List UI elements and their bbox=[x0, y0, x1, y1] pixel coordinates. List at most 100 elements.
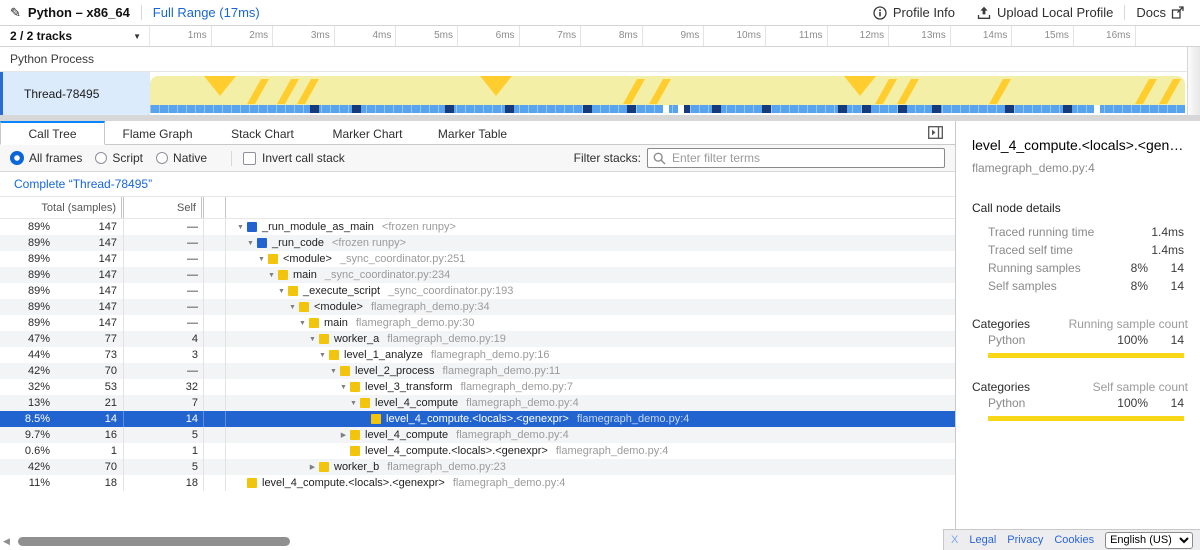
category-color-square bbox=[268, 254, 278, 264]
expand-arrow-right-icon[interactable]: ▶ bbox=[337, 431, 350, 439]
tree-row[interactable]: 9.7%165▶level_4_computeflamegraph_demo.p… bbox=[0, 427, 955, 443]
function-location: flamegraph_demo.py:4 bbox=[556, 445, 669, 457]
tree-row[interactable]: 89%147—▼<module>_sync_coordinator.py:251 bbox=[0, 251, 955, 267]
tree-row[interactable]: 32%5332▼level_3_transformflamegraph_demo… bbox=[0, 379, 955, 395]
total-samples: 16 bbox=[50, 429, 123, 441]
upload-profile-button[interactable]: Upload Local Profile bbox=[977, 5, 1113, 20]
radio-native[interactable]: Native bbox=[156, 151, 207, 165]
frame-cell: ▼level_3_transformflamegraph_demo.py:7 bbox=[226, 379, 955, 395]
expand-arrow-down-icon[interactable]: ▼ bbox=[265, 272, 278, 279]
ruler-ticks[interactable]: 1ms2ms3ms4ms5ms6ms7ms8ms9ms10ms11ms12ms1… bbox=[150, 26, 1200, 46]
tree-row[interactable]: 13%217▼level_4_computeflamegraph_demo.py… bbox=[0, 395, 955, 411]
total-percent: 8.5% bbox=[0, 413, 50, 425]
profile-info-button[interactable]: Profile Info bbox=[873, 5, 955, 20]
edit-pencil-icon[interactable]: ✎ bbox=[10, 5, 21, 21]
tree-row[interactable]: 44%733▼level_1_analyzeflamegraph_demo.py… bbox=[0, 347, 955, 363]
total-samples: 147 bbox=[50, 221, 123, 233]
footer-link-cookies[interactable]: Cookies bbox=[1054, 534, 1094, 546]
radio-all-frames[interactable]: All frames bbox=[10, 151, 82, 165]
frame-cell: ▶level_4_computeflamegraph_demo.py:4 bbox=[226, 427, 955, 443]
tree-row[interactable]: 89%147—▼_run_code<frozen runpy> bbox=[0, 235, 955, 251]
expand-arrow-down-icon[interactable]: ▼ bbox=[316, 352, 329, 359]
total-samples: 73 bbox=[50, 349, 123, 361]
spacer-cell bbox=[204, 283, 226, 299]
self-cell: — bbox=[124, 283, 204, 299]
total-samples: 147 bbox=[50, 269, 123, 281]
ruler-tick: 4ms bbox=[335, 26, 397, 46]
tab-marker-chart[interactable]: Marker Chart bbox=[315, 121, 420, 144]
tree-row[interactable]: 0.6%11level_4_compute.<locals>.<genexpr>… bbox=[0, 443, 955, 459]
footer-close-link[interactable]: X bbox=[951, 534, 958, 546]
total-samples: 70 bbox=[50, 461, 123, 473]
tree-row[interactable]: 42%70—▼level_2_processflamegraph_demo.py… bbox=[0, 363, 955, 379]
expand-arrow-down-icon[interactable]: ▼ bbox=[275, 288, 288, 295]
breadcrumb[interactable]: Complete “Thread-78495” bbox=[14, 177, 152, 191]
tree-row[interactable]: 47%774▼worker_aflamegraph_demo.py:19 bbox=[0, 331, 955, 347]
invert-call-stack-checkbox[interactable]: Invert call stack bbox=[243, 151, 345, 165]
tab-flame-graph[interactable]: Flame Graph bbox=[105, 121, 210, 144]
sidebar-toggle-button[interactable] bbox=[928, 126, 943, 139]
spacer-cell bbox=[204, 315, 226, 331]
breadcrumb-row: Complete “Thread-78495” bbox=[0, 172, 955, 197]
tree-row[interactable]: 89%147—▼<module>flamegraph_demo.py:34 bbox=[0, 299, 955, 315]
expand-arrow-down-icon[interactable]: ▼ bbox=[255, 256, 268, 263]
expand-arrow-down-icon[interactable]: ▼ bbox=[327, 368, 340, 375]
expand-arrow-right-icon[interactable]: ▶ bbox=[306, 463, 319, 471]
tree-row[interactable]: 89%147—▼_run_module_as_main<frozen runpy… bbox=[0, 219, 955, 235]
thread-activity-track[interactable] bbox=[150, 72, 1185, 115]
frame-cell: ▼_execute_script_sync_coordinator.py:193 bbox=[226, 283, 955, 299]
scroll-left-arrow[interactable]: ◀ bbox=[3, 536, 10, 547]
filter-stacks-input[interactable] bbox=[647, 148, 945, 168]
category-color-square bbox=[309, 318, 319, 328]
footer-link-privacy[interactable]: Privacy bbox=[1007, 534, 1043, 546]
total-percent: 32% bbox=[0, 381, 50, 393]
full-range-link[interactable]: Full Range (17ms) bbox=[153, 5, 260, 20]
function-location: flamegraph_demo.py:4 bbox=[456, 429, 569, 441]
tab-marker-table[interactable]: Marker Table bbox=[420, 121, 525, 144]
tree-row[interactable]: 89%147—▼mainflamegraph_demo.py:30 bbox=[0, 315, 955, 331]
track-thread[interactable]: Thread-78495 bbox=[0, 72, 1200, 115]
expand-arrow-down-icon[interactable]: ▼ bbox=[306, 336, 319, 343]
tree-row[interactable]: 42%705▶worker_bflamegraph_demo.py:23 bbox=[0, 459, 955, 475]
sample-mark bbox=[898, 105, 907, 113]
call-tree-header: Total (samples) Self bbox=[0, 197, 955, 219]
expand-arrow-down-icon[interactable]: ▼ bbox=[347, 400, 360, 407]
footer-bar: X Legal Privacy Cookies English (US) bbox=[943, 529, 1200, 550]
radio-label: Script bbox=[112, 151, 143, 165]
function-name: _run_module_as_main bbox=[262, 221, 374, 233]
expand-arrow-down-icon[interactable]: ▼ bbox=[296, 320, 309, 327]
horizontal-scrollbar-thumb[interactable] bbox=[18, 537, 290, 546]
process-track-label: Python Process bbox=[10, 52, 94, 66]
tracks-dropdown[interactable]: 2 / 2 tracks ▼ bbox=[0, 26, 150, 46]
total-cell: 89%147 bbox=[0, 267, 124, 283]
tab-call-tree[interactable]: Call Tree bbox=[0, 121, 105, 145]
expand-arrow-down-icon[interactable]: ▼ bbox=[286, 304, 299, 311]
tree-row[interactable]: 11%1818level_4_compute.<locals>.<genexpr… bbox=[0, 475, 955, 491]
track-python-process[interactable]: Python Process bbox=[0, 47, 1200, 72]
tree-row[interactable]: 89%147—▼main_sync_coordinator.py:234 bbox=[0, 267, 955, 283]
expand-arrow-down-icon[interactable]: ▼ bbox=[337, 384, 350, 391]
sample-mark bbox=[445, 105, 454, 113]
tab-stack-chart[interactable]: Stack Chart bbox=[210, 121, 315, 144]
language-select[interactable]: English (US) bbox=[1105, 532, 1193, 549]
detail-value: 14 bbox=[1148, 279, 1184, 293]
expand-arrow-down-icon[interactable]: ▼ bbox=[234, 224, 247, 231]
vertical-scrollbar[interactable] bbox=[1187, 47, 1200, 115]
frame-cell: ▼level_2_processflamegraph_demo.py:11 bbox=[226, 363, 955, 379]
function-name: <module> bbox=[283, 253, 332, 265]
frame-cell: ▶worker_bflamegraph_demo.py:23 bbox=[226, 459, 955, 475]
thread-track-label[interactable]: Thread-78495 bbox=[0, 72, 150, 115]
tree-row[interactable]: 89%147—▼_execute_script_sync_coordinator… bbox=[0, 283, 955, 299]
spacer-cell bbox=[204, 299, 226, 315]
spacer-cell bbox=[204, 235, 226, 251]
footer-link-legal[interactable]: Legal bbox=[969, 534, 996, 546]
function-name: main bbox=[324, 317, 348, 329]
docs-link[interactable]: Docs bbox=[1136, 5, 1190, 20]
expand-arrow-down-icon[interactable]: ▼ bbox=[244, 240, 257, 247]
radio-script[interactable]: Script bbox=[95, 151, 143, 165]
self-cell: — bbox=[124, 315, 204, 331]
total-samples: 147 bbox=[50, 285, 123, 297]
detail-value: 14 bbox=[1148, 261, 1184, 275]
main-panel: Call TreeFlame GraphStack ChartMarker Ch… bbox=[0, 121, 955, 550]
tree-row[interactable]: 8.5%1414level_4_compute.<locals>.<genexp… bbox=[0, 411, 955, 427]
